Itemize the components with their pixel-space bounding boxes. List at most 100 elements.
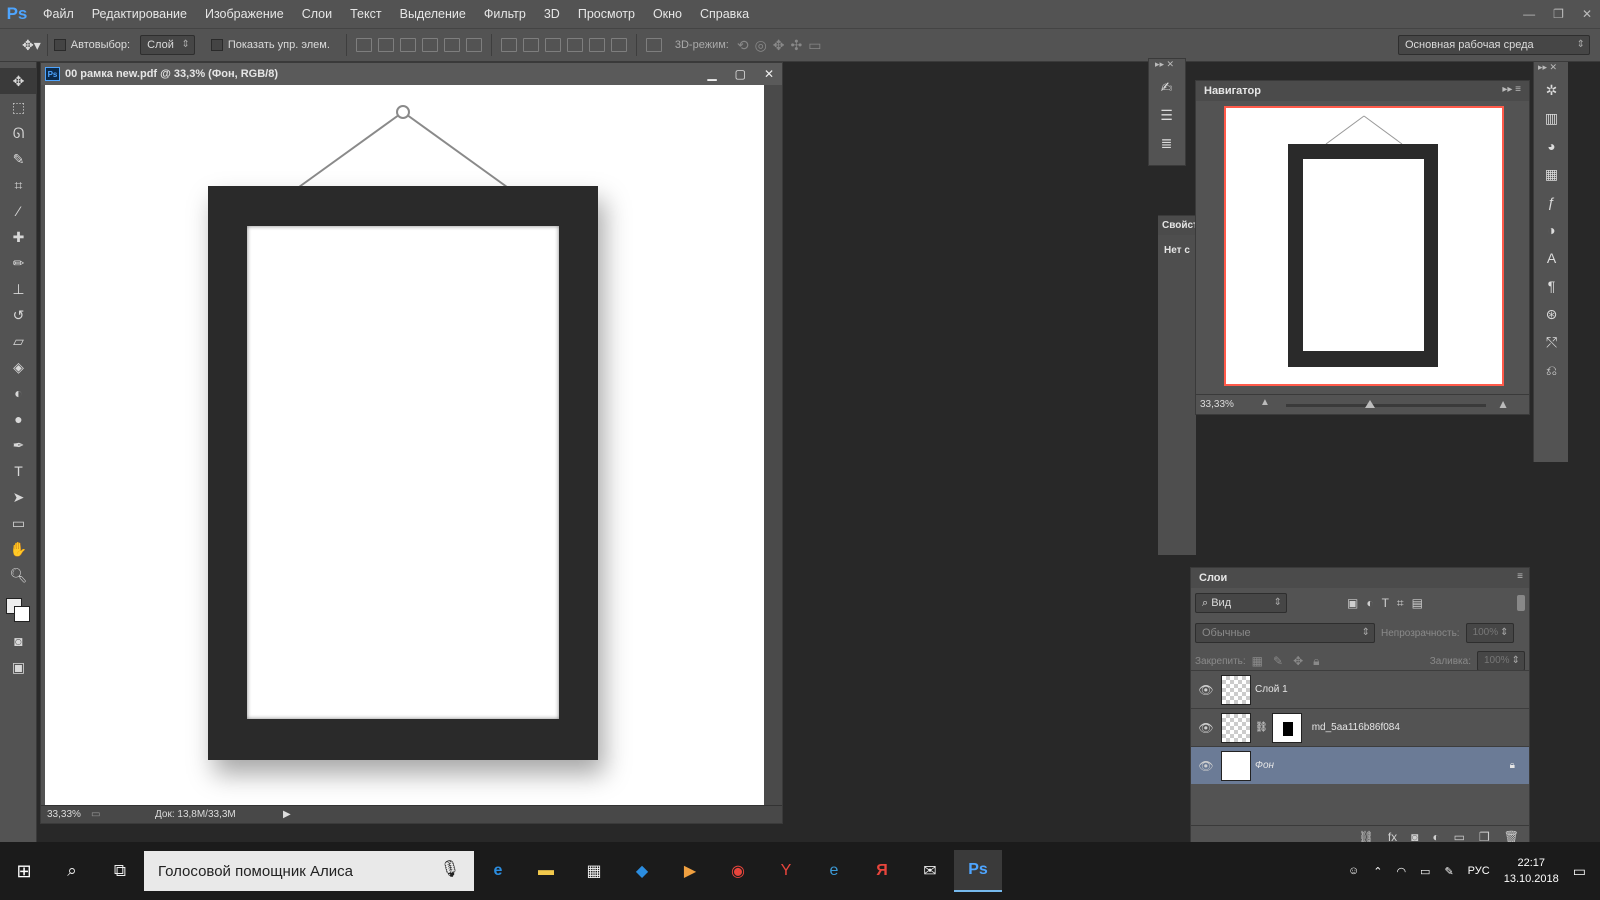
distribute-left-icon[interactable]	[566, 38, 583, 52]
layer-name[interactable]: md_5aa116b86f084	[1312, 722, 1400, 733]
move-tool-icon[interactable]: ✥	[0, 68, 37, 94]
pen-tool-icon[interactable]: ✒	[0, 432, 37, 458]
blur-tool-icon[interactable]: ◐	[0, 380, 37, 406]
layer-filter-dropdown[interactable]: ⌕ Вид	[1195, 593, 1287, 613]
eraser-tool-icon[interactable]: ▱	[0, 328, 37, 354]
link-icon[interactable]: ⛓	[1255, 722, 1268, 733]
vertical-scrollbar[interactable]	[764, 85, 782, 805]
layer-name[interactable]: Слой 1	[1255, 684, 1288, 695]
yandex-browser-icon[interactable]: Y	[762, 850, 810, 892]
menu-select[interactable]: Выделение	[391, 0, 475, 28]
menu-edit[interactable]: Редактирование	[83, 0, 196, 28]
layer-row[interactable]: 👁︎ Слой 1	[1191, 670, 1529, 708]
tray-chevron-icon[interactable]: ⌃	[1373, 865, 1382, 878]
stamp-tool-icon[interactable]: ⊥	[0, 276, 37, 302]
hand-tool-icon[interactable]: ✋	[0, 536, 37, 562]
brush-presets-icon[interactable]: ✍	[1149, 73, 1184, 101]
opacity-input[interactable]: 100%	[1465, 623, 1514, 643]
clone-source-icon[interactable]: ≣	[1149, 129, 1184, 157]
eyedropper-tool-icon[interactable]: ⁄	[0, 198, 37, 224]
menu-window[interactable]: Окно	[644, 0, 691, 28]
zoom-out-icon[interactable]: ▲	[1260, 397, 1270, 408]
zoom-in-icon[interactable]: ▲	[1497, 397, 1509, 411]
styles-icon[interactable]: ƒ	[1534, 188, 1569, 216]
microphone-icon[interactable]: 🎙︎	[440, 859, 460, 879]
layer-row-selected[interactable]: 👁︎ Фон 🔒︎	[1191, 746, 1529, 784]
edge-icon[interactable]: e	[474, 850, 522, 892]
menu-help[interactable]: Справка	[691, 0, 758, 28]
navigator-zoom-value[interactable]: 33,33%	[1200, 399, 1234, 410]
filter-toggle-icon[interactable]	[1517, 595, 1525, 611]
zoom-level[interactable]: 33,33%	[41, 809, 91, 820]
menu-view[interactable]: Просмотр	[569, 0, 644, 28]
paths-icon[interactable]: ⤲	[1534, 328, 1569, 356]
distribute-bottom-icon[interactable]	[544, 38, 561, 52]
fill-input[interactable]: 100%	[1477, 651, 1525, 671]
rectangle-tool-icon[interactable]: ▭	[0, 510, 37, 536]
network-icon[interactable]: ◠	[1396, 865, 1406, 878]
menu-image[interactable]: Изображение	[196, 0, 293, 28]
show-transform-checkbox[interactable]	[210, 39, 223, 51]
healing-brush-icon[interactable]: ✚	[0, 224, 37, 250]
panel-menu-icon[interactable]: ▸▸ ≡	[1502, 84, 1521, 95]
doc-maximize-icon[interactable]: ▢	[735, 67, 746, 81]
document-title-bar[interactable]: Ps 00 рамка new.pdf @ 33,3% (Фон, RGB/8)…	[41, 63, 782, 85]
document-canvas[interactable]	[45, 85, 765, 805]
workspace-dropdown[interactable]: Основная рабочая среда	[1398, 35, 1590, 55]
clock[interactable]: 22:17 13.10.2018	[1504, 855, 1559, 887]
autoselect-dropdown[interactable]: Слой	[140, 35, 195, 55]
marquee-tool-icon[interactable]: ⬚	[0, 94, 37, 120]
distribute-top-icon[interactable]	[500, 38, 517, 52]
history-brush-icon[interactable]: ↺	[0, 302, 37, 328]
lock-icon[interactable]: 🔒︎	[1510, 760, 1515, 771]
properties-tab[interactable]: Свойст	[1158, 216, 1196, 235]
menu-text[interactable]: Текст	[341, 0, 390, 28]
align-top-icon[interactable]	[355, 38, 372, 52]
autoselect-checkbox[interactable]	[53, 39, 66, 51]
explorer-icon[interactable]: ▬	[522, 850, 570, 892]
distribute-vcenter-icon[interactable]	[522, 38, 539, 52]
type-tool-icon[interactable]: T	[0, 458, 37, 484]
restore-icon[interactable]: ❐	[1553, 7, 1564, 21]
mail-icon[interactable]: ✉	[906, 850, 954, 892]
align-left-icon[interactable]	[421, 38, 438, 52]
paint-bucket-icon[interactable]: ◈	[0, 354, 37, 380]
distribute-hcenter-icon[interactable]	[588, 38, 605, 52]
layer-filter-type-icons[interactable]: ▣◐T⌗▤	[1347, 596, 1431, 611]
menu-file[interactable]: Файл	[34, 0, 83, 28]
paragraph-icon[interactable]: ¶	[1534, 272, 1569, 300]
swatches-icon[interactable]: ▦	[1534, 160, 1569, 188]
dodge-tool-icon[interactable]: ●	[0, 406, 37, 432]
crop-tool-icon[interactable]: ⌗	[0, 172, 37, 198]
ie-icon[interactable]: e	[810, 850, 858, 892]
video-icon[interactable]: ▶	[666, 850, 714, 892]
menu-3d[interactable]: 3D	[535, 0, 569, 28]
visibility-eye-icon[interactable]: 👁︎	[1191, 721, 1221, 735]
chrome-icon[interactable]: ◉	[714, 850, 762, 892]
quick-select-tool-icon[interactable]: ✎	[0, 146, 37, 172]
distribute-right-icon[interactable]	[610, 38, 627, 52]
background-color-swatch[interactable]	[14, 606, 30, 622]
panel-collapse-icon[interactable]: ▸▸ ✕	[1149, 59, 1185, 73]
doc-close-icon[interactable]: ✕	[764, 67, 774, 81]
zoom-slider[interactable]	[1286, 400, 1486, 408]
yandex-icon[interactable]: Я	[858, 850, 906, 892]
screen-mode-icon[interactable]: ▣	[0, 654, 37, 680]
zoom-tool-icon[interactable]: 🔍︎	[0, 562, 37, 588]
status-menu-arrow-icon[interactable]: ▶	[283, 809, 291, 820]
layer-name[interactable]: Фон	[1255, 760, 1274, 771]
character-icon[interactable]: A	[1534, 244, 1569, 272]
visibility-eye-icon[interactable]: 👁︎	[1191, 759, 1221, 773]
zoom-slider-thumb[interactable]	[1365, 400, 1375, 408]
brush-settings-icon[interactable]: ☰	[1149, 101, 1184, 129]
move-tool-icon[interactable]: ✥▾	[22, 37, 41, 54]
quick-mask-icon[interactable]: ◙	[0, 628, 37, 654]
pen-icon[interactable]: ✎	[1444, 865, 1453, 878]
align-hcenter-icon[interactable]	[443, 38, 460, 52]
lock-icons[interactable]: ▦✎✥🔒︎	[1252, 654, 1330, 669]
store-icon[interactable]: ▦	[570, 850, 618, 892]
layers-tab[interactable]: Слои	[1191, 568, 1529, 588]
menu-filter[interactable]: Фильтр	[475, 0, 535, 28]
blend-mode-dropdown[interactable]: Обычные	[1195, 623, 1375, 643]
minimize-icon[interactable]: —	[1523, 7, 1535, 21]
